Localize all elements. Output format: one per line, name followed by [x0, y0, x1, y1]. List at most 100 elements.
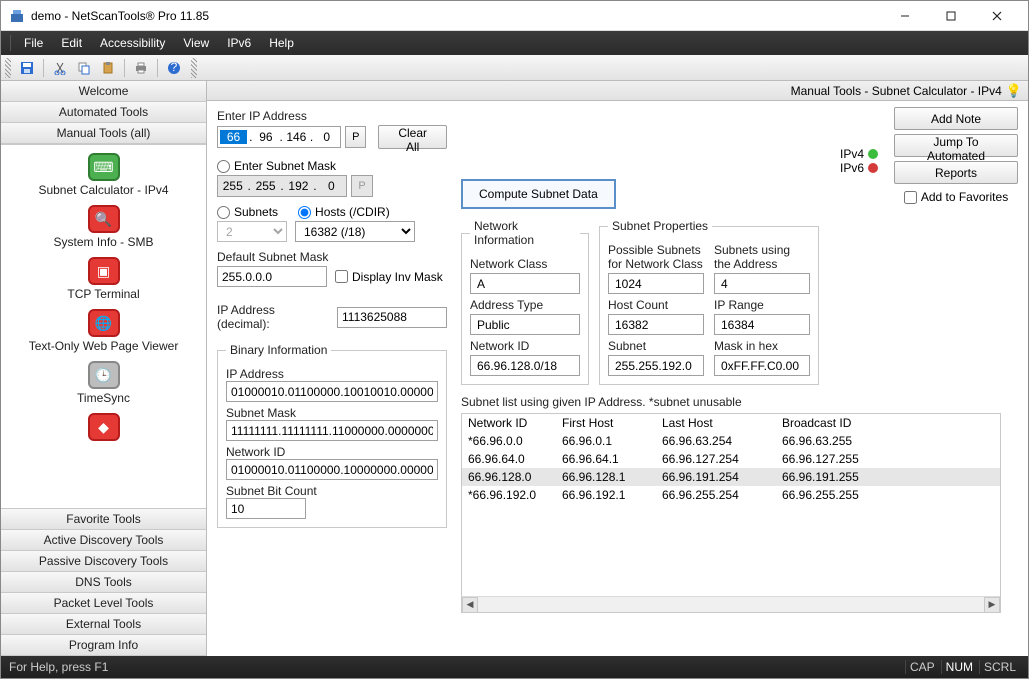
ipv6-off-icon: [868, 163, 878, 173]
network-class-field: A: [470, 273, 580, 294]
close-button[interactable]: [974, 1, 1020, 31]
menu-ipv6[interactable]: IPv6: [219, 33, 259, 53]
table-row[interactable]: *66.96.0.066.96.0.166.96.63.25466.96.63.…: [462, 432, 1000, 450]
sidebar: Welcome Automated Tools Manual Tools (al…: [1, 81, 207, 656]
menu-help[interactable]: Help: [261, 33, 302, 53]
subnets-using-field: 4: [714, 273, 810, 294]
sidebar-manual[interactable]: Manual Tools (all): [1, 122, 206, 144]
scroll-right-icon[interactable]: ▶: [984, 597, 1000, 613]
calculator-icon: ⌨: [88, 153, 120, 181]
binary-mask-field: [226, 420, 438, 441]
ip-paste-button[interactable]: P: [345, 126, 366, 148]
menu-view[interactable]: View: [175, 33, 217, 53]
maximize-button[interactable]: [928, 1, 974, 31]
ip-range-field: 16384: [714, 314, 810, 335]
sidebar-tool-system-info[interactable]: 🔍 System Info - SMB: [1, 201, 206, 253]
toolbar-grip-2: [191, 58, 197, 78]
subnets-select: 2: [217, 221, 287, 242]
mask-input: 255. 255. 192. 0: [217, 175, 347, 197]
menu-file[interactable]: File: [16, 33, 51, 53]
svg-text:?: ?: [171, 61, 178, 74]
sidebar-dns-tools[interactable]: DNS Tools: [1, 571, 206, 593]
main-panel: Manual Tools - Subnet Calculator - IPv4 …: [207, 81, 1028, 656]
clock-icon: 🕒: [88, 361, 120, 389]
enter-mask-radio[interactable]: Enter Subnet Mask: [217, 159, 447, 173]
default-mask-label: Default Subnet Mask: [217, 250, 447, 264]
sidebar-automated[interactable]: Automated Tools: [1, 101, 206, 123]
binary-info-group: Binary Information IP Address Subnet Mas…: [217, 343, 447, 528]
system-icon: 🔍: [88, 205, 120, 233]
menubar: File Edit Accessibility View IPv6 Help: [1, 31, 1028, 55]
minimize-button[interactable]: [882, 1, 928, 31]
network-info-group: Network Information Network Class A Addr…: [461, 219, 589, 385]
sidebar-active-discovery[interactable]: Active Discovery Tools: [1, 529, 206, 551]
list-caption: Subnet list using given IP Address. *sub…: [461, 395, 771, 409]
jump-button[interactable]: Jump To Automated: [894, 134, 1018, 157]
menu-accessibility[interactable]: Accessibility: [92, 33, 173, 53]
network-id-field: 66.96.128.0/18: [470, 355, 580, 376]
sidebar-favorite[interactable]: Favorite Tools: [1, 508, 206, 530]
mask-paste-button: P: [351, 175, 373, 197]
binary-bits-field: [226, 498, 306, 519]
sidebar-tool-list: ⌨ Subnet Calculator - IPv4 🔍 System Info…: [1, 144, 206, 509]
binary-ip-field: [226, 381, 438, 402]
table-row[interactable]: 66.96.64.066.96.64.166.96.127.25466.96.1…: [462, 450, 1000, 468]
reports-button[interactable]: Reports: [894, 161, 1018, 184]
scroll-left-icon[interactable]: ◀: [462, 597, 478, 613]
subnet-list[interactable]: Network ID First Host Last Host Broadcas…: [461, 413, 1001, 613]
table-row[interactable]: *66.96.192.066.96.192.166.96.255.25466.9…: [462, 486, 1000, 504]
status-num: NUM: [941, 660, 977, 674]
status-scrl: SCRL: [979, 660, 1020, 674]
copy-icon[interactable]: [73, 57, 95, 79]
right-button-panel: Add Note Jump To Automated Reports Add t…: [894, 107, 1018, 204]
menu-edit[interactable]: Edit: [53, 33, 90, 53]
print-icon[interactable]: [130, 57, 152, 79]
app-icon: [9, 8, 25, 24]
save-icon[interactable]: [16, 57, 38, 79]
toolbar-grip: [5, 58, 11, 78]
possible-subnets-field: 1024: [608, 273, 704, 294]
sidebar-packet-tools[interactable]: Packet Level Tools: [1, 592, 206, 614]
ip-decimal-label: IP Address (decimal):: [217, 303, 329, 331]
sidebar-tool-more[interactable]: ◆: [1, 409, 206, 447]
sidebar-tool-timesync[interactable]: 🕒 TimeSync: [1, 357, 206, 409]
host-count-field: 16382: [608, 314, 704, 335]
window-title: demo - NetScanTools® Pro 11.85: [31, 9, 882, 23]
paste-icon[interactable]: [97, 57, 119, 79]
table-row[interactable]: 66.96.128.066.96.128.166.96.191.25466.96…: [462, 468, 1000, 486]
subnets-radio[interactable]: Subnets: [217, 205, 278, 219]
statusbar: For Help, press F1 CAP NUM SCRL: [1, 656, 1028, 678]
sidebar-tool-text-web[interactable]: 🌐 Text-Only Web Page Viewer: [1, 305, 206, 357]
mask-hex-field: 0xFF.FF.C0.00: [714, 355, 810, 376]
hscrollbar[interactable]: ◀ ▶: [462, 596, 1000, 612]
ip-decimal-field: [337, 307, 447, 328]
status-cap: CAP: [905, 660, 939, 674]
display-inv-checkbox[interactable]: Display Inv Mask: [335, 270, 443, 284]
subnet-field: 255.255.192.0: [608, 355, 704, 376]
address-type-field: Public: [470, 314, 580, 335]
clear-all-button[interactable]: Clear All: [378, 125, 447, 149]
ipv4-ok-icon: [868, 149, 878, 159]
web-icon: 🌐: [88, 309, 120, 337]
sidebar-tool-subnet-calc[interactable]: ⌨ Subnet Calculator - IPv4: [1, 149, 206, 201]
ip-input[interactable]: 66. 96. 146. 0: [217, 126, 341, 148]
tool-icon: ◆: [88, 413, 120, 441]
page-title: Manual Tools - Subnet Calculator - IPv4: [791, 84, 1002, 98]
favorites-checkbox[interactable]: Add to Favorites: [894, 190, 1018, 204]
sidebar-welcome[interactable]: Welcome: [1, 81, 206, 102]
compute-button[interactable]: Compute Subnet Data: [461, 179, 616, 209]
help-icon[interactable]: ?: [163, 57, 185, 79]
sidebar-passive-discovery[interactable]: Passive Discovery Tools: [1, 550, 206, 572]
cut-icon[interactable]: [49, 57, 71, 79]
ip-version-status: IPv4 IPv6: [840, 147, 878, 175]
sidebar-tool-tcp-terminal[interactable]: ▣ TCP Terminal: [1, 253, 206, 305]
hosts-radio[interactable]: Hosts (/CDIR): [298, 205, 390, 219]
titlebar: demo - NetScanTools® Pro 11.85: [1, 1, 1028, 31]
hosts-select[interactable]: 16382 (/18): [295, 221, 415, 242]
sidebar-program-info[interactable]: Program Info: [1, 634, 206, 656]
toolbar: ?: [1, 55, 1028, 81]
add-note-button[interactable]: Add Note: [894, 107, 1018, 130]
bulb-icon[interactable]: 💡: [1006, 83, 1022, 99]
binary-net-field: [226, 459, 438, 480]
sidebar-external-tools[interactable]: External Tools: [1, 613, 206, 635]
